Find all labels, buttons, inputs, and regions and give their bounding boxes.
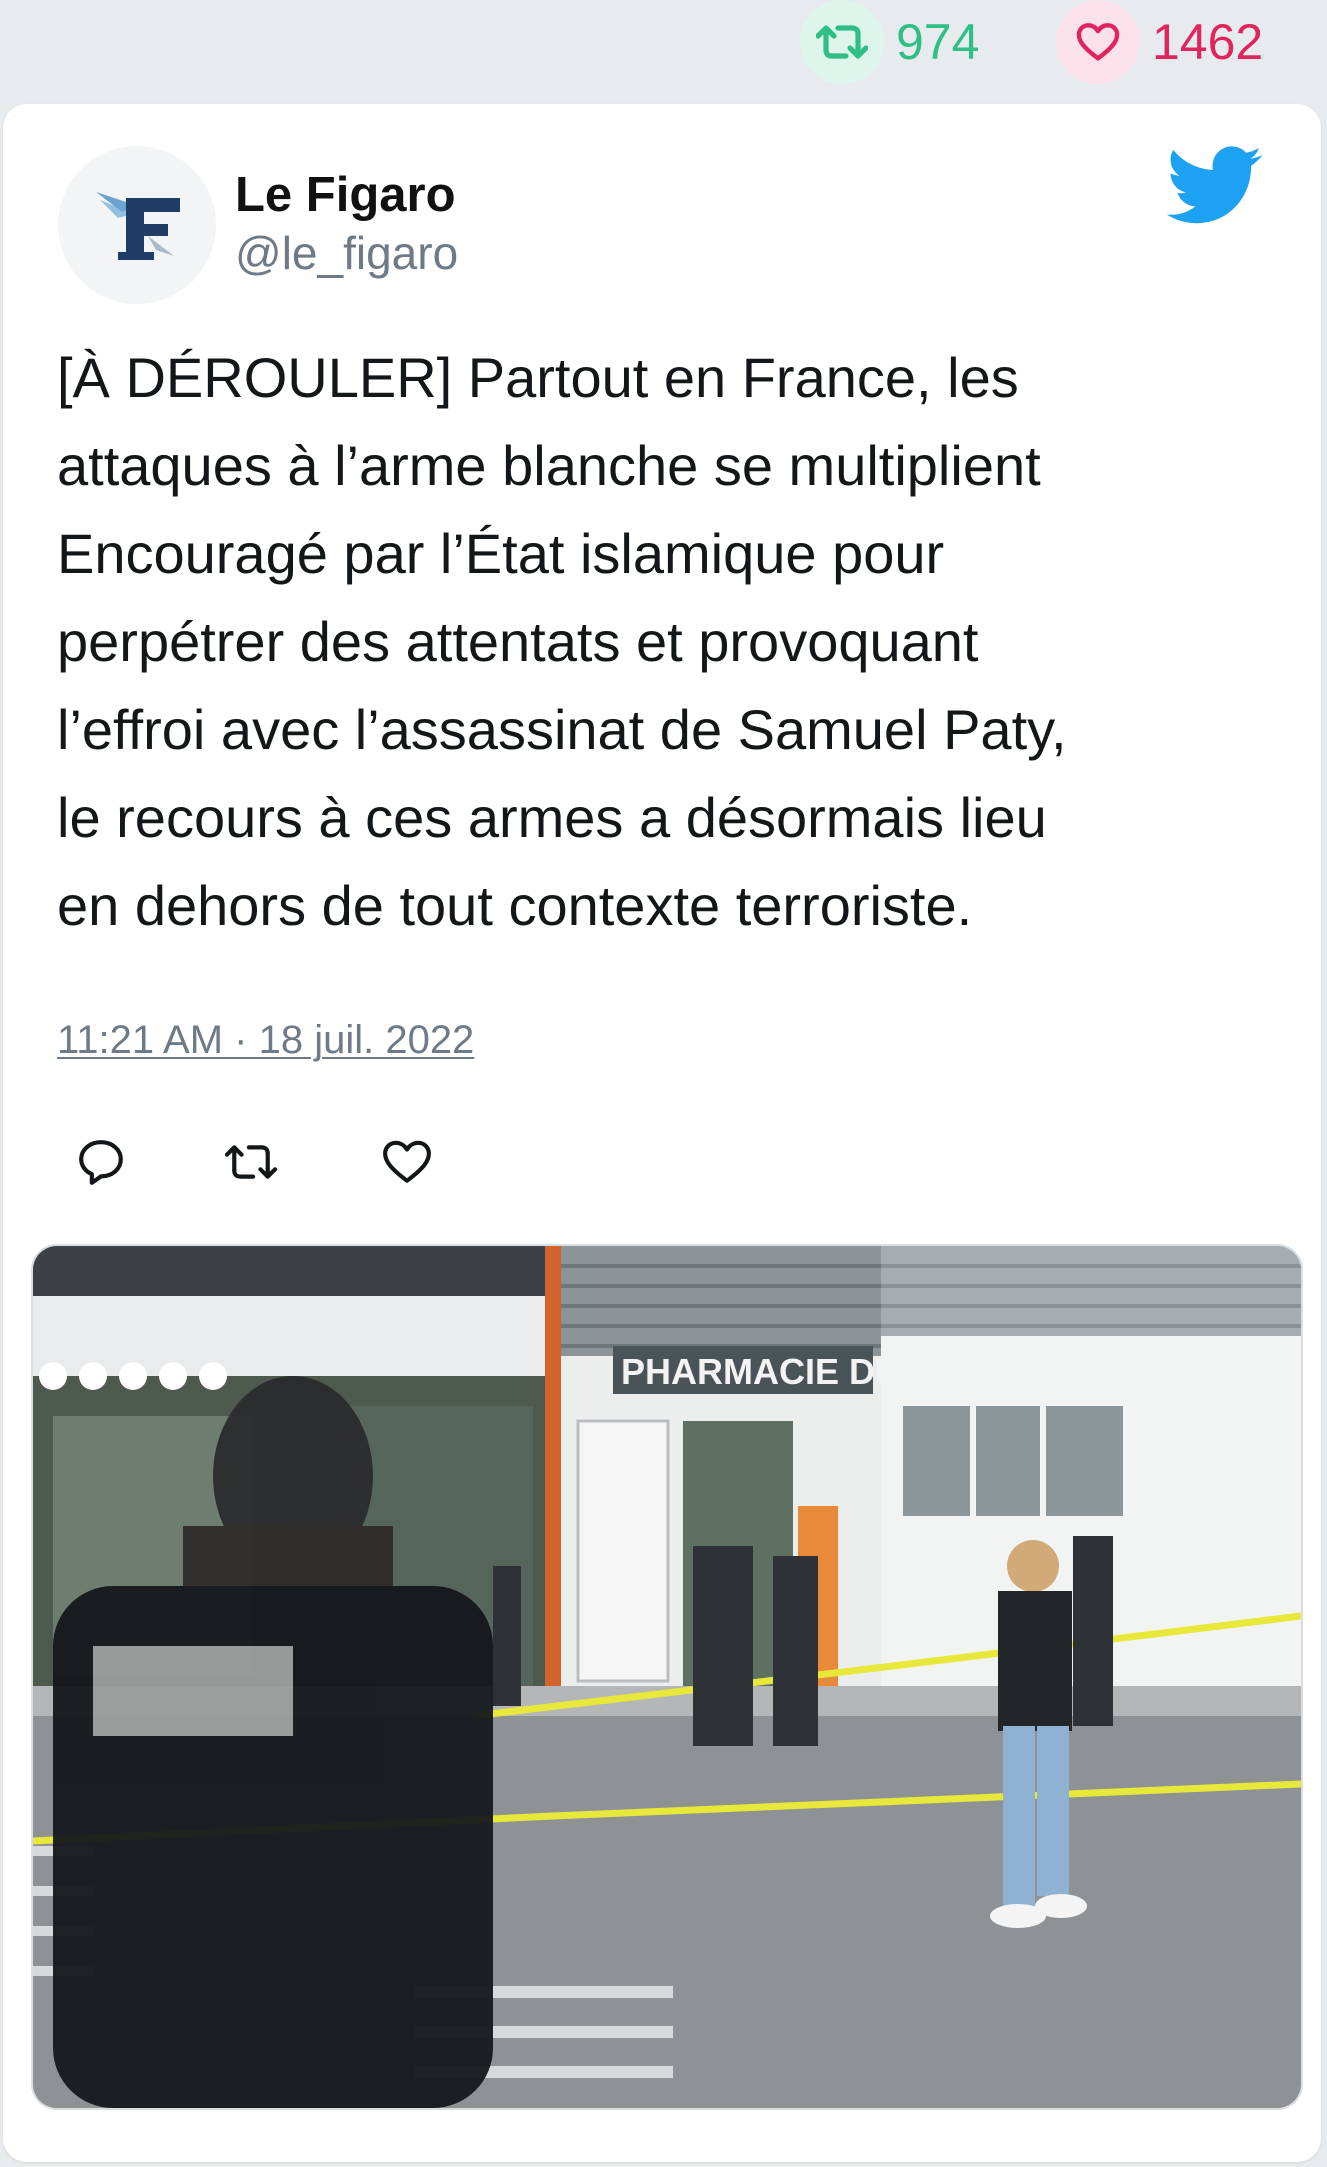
retweet-button[interactable]: [223, 1134, 279, 1190]
author-display-name[interactable]: Le Figaro: [235, 166, 456, 225]
tweet-text: [À DÉROULER] Partout en France, les atta…: [57, 334, 1297, 950]
tweet-line: perpétrer des attentats et provoquant: [57, 610, 979, 673]
avatar[interactable]: [58, 146, 216, 304]
tweet-actions: [73, 1134, 473, 1194]
engagement-stats: 974 1462: [0, 0, 1327, 90]
author-handle[interactable]: @le_figaro: [235, 226, 458, 281]
like-count: 1462: [1152, 14, 1264, 70]
reply-button[interactable]: [73, 1134, 129, 1190]
retweet-count: 974: [896, 14, 980, 70]
tweet-line: le recours à ces armes a désormais lieu: [57, 786, 1047, 849]
retweet-stat[interactable]: 974: [800, 0, 979, 84]
le-figaro-logo: [96, 192, 180, 260]
heart-icon: [383, 1140, 431, 1183]
reply-icon: [79, 1140, 123, 1185]
tweet-line: Encouragé par l’État islamique pour: [57, 522, 945, 585]
crime-scene-photo: PHARMACIE DU ME: [33, 1246, 1301, 2108]
tweet-media-photo[interactable]: PHARMACIE DU ME: [31, 1244, 1303, 2110]
tweet-line: attaques à l’arme blanche se multiplient: [57, 434, 1041, 497]
tweet-line: l’effroi avec l’assassinat de Samuel Pat…: [57, 698, 1067, 761]
tweet-card[interactable]: Le Figaro @le_figaro [À DÉROULER] Partou…: [3, 104, 1321, 2162]
tweet-timestamp-link[interactable]: 11:21 AM · 18 juil. 2022: [57, 1018, 474, 1063]
twitter-logo-icon[interactable]: [1167, 146, 1263, 226]
retweet-icon: [224, 1145, 278, 1179]
like-stat[interactable]: 1462: [1056, 0, 1263, 84]
retweet-icon: [800, 0, 884, 84]
tweet-line: [À DÉROULER] Partout en France, les: [57, 346, 1019, 409]
like-button[interactable]: [379, 1134, 435, 1190]
tweet-line: en dehors de tout contexte terroriste.: [57, 874, 973, 937]
heart-icon: [1056, 0, 1140, 84]
